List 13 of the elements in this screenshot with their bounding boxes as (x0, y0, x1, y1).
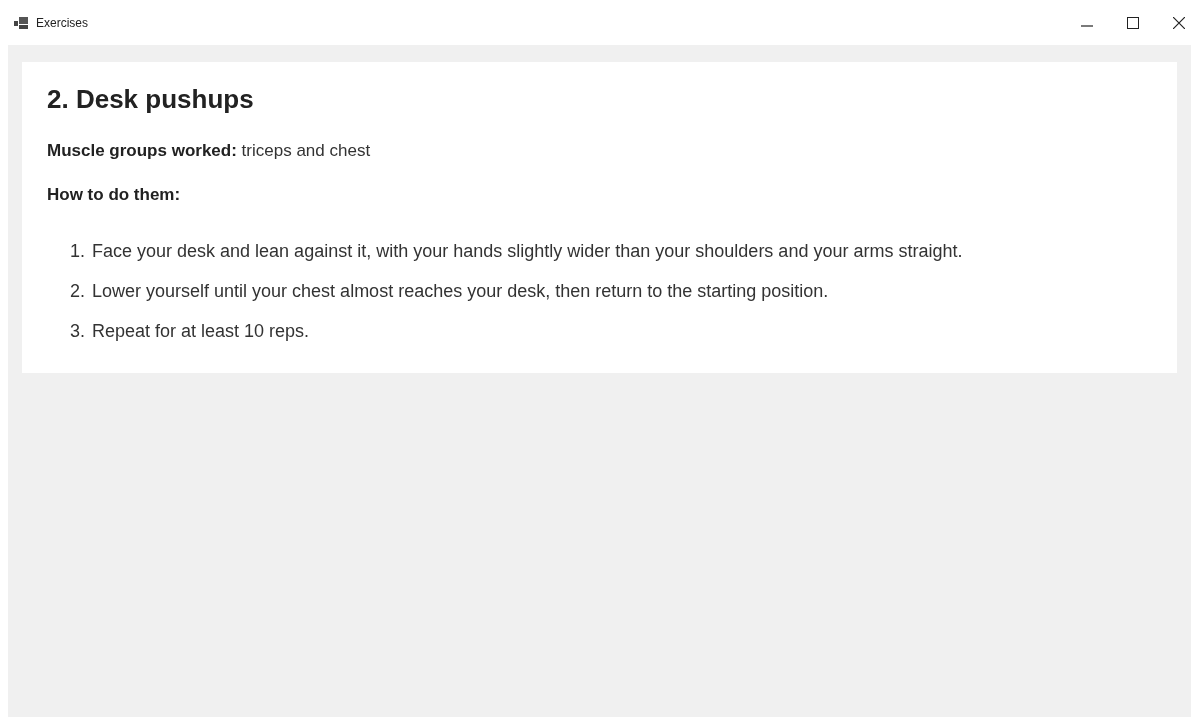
exercise-heading: 2. Desk pushups (47, 84, 255, 115)
instructions-heading: How to do them: (47, 185, 182, 205)
step-text: Repeat for at least 10 reps. (92, 320, 311, 343)
window-title: Exercises (36, 15, 88, 30)
app-icon (14, 16, 28, 29)
step-number: 3. (70, 320, 86, 343)
close-icon[interactable] (1173, 16, 1185, 29)
muscle-groups-text: Muscle groups worked: triceps and chest (47, 141, 372, 161)
maximize-icon[interactable] (1127, 16, 1139, 29)
step-number: 2. (70, 280, 86, 303)
step-number: 1. (70, 240, 86, 263)
step-text: Face your desk and lean against it, with your hands slightly wider than your shoulders and your arms straight. (92, 240, 964, 263)
step-text: Lower yourself until your chest almost reaches your desk, then return to the starting position. (92, 280, 830, 303)
